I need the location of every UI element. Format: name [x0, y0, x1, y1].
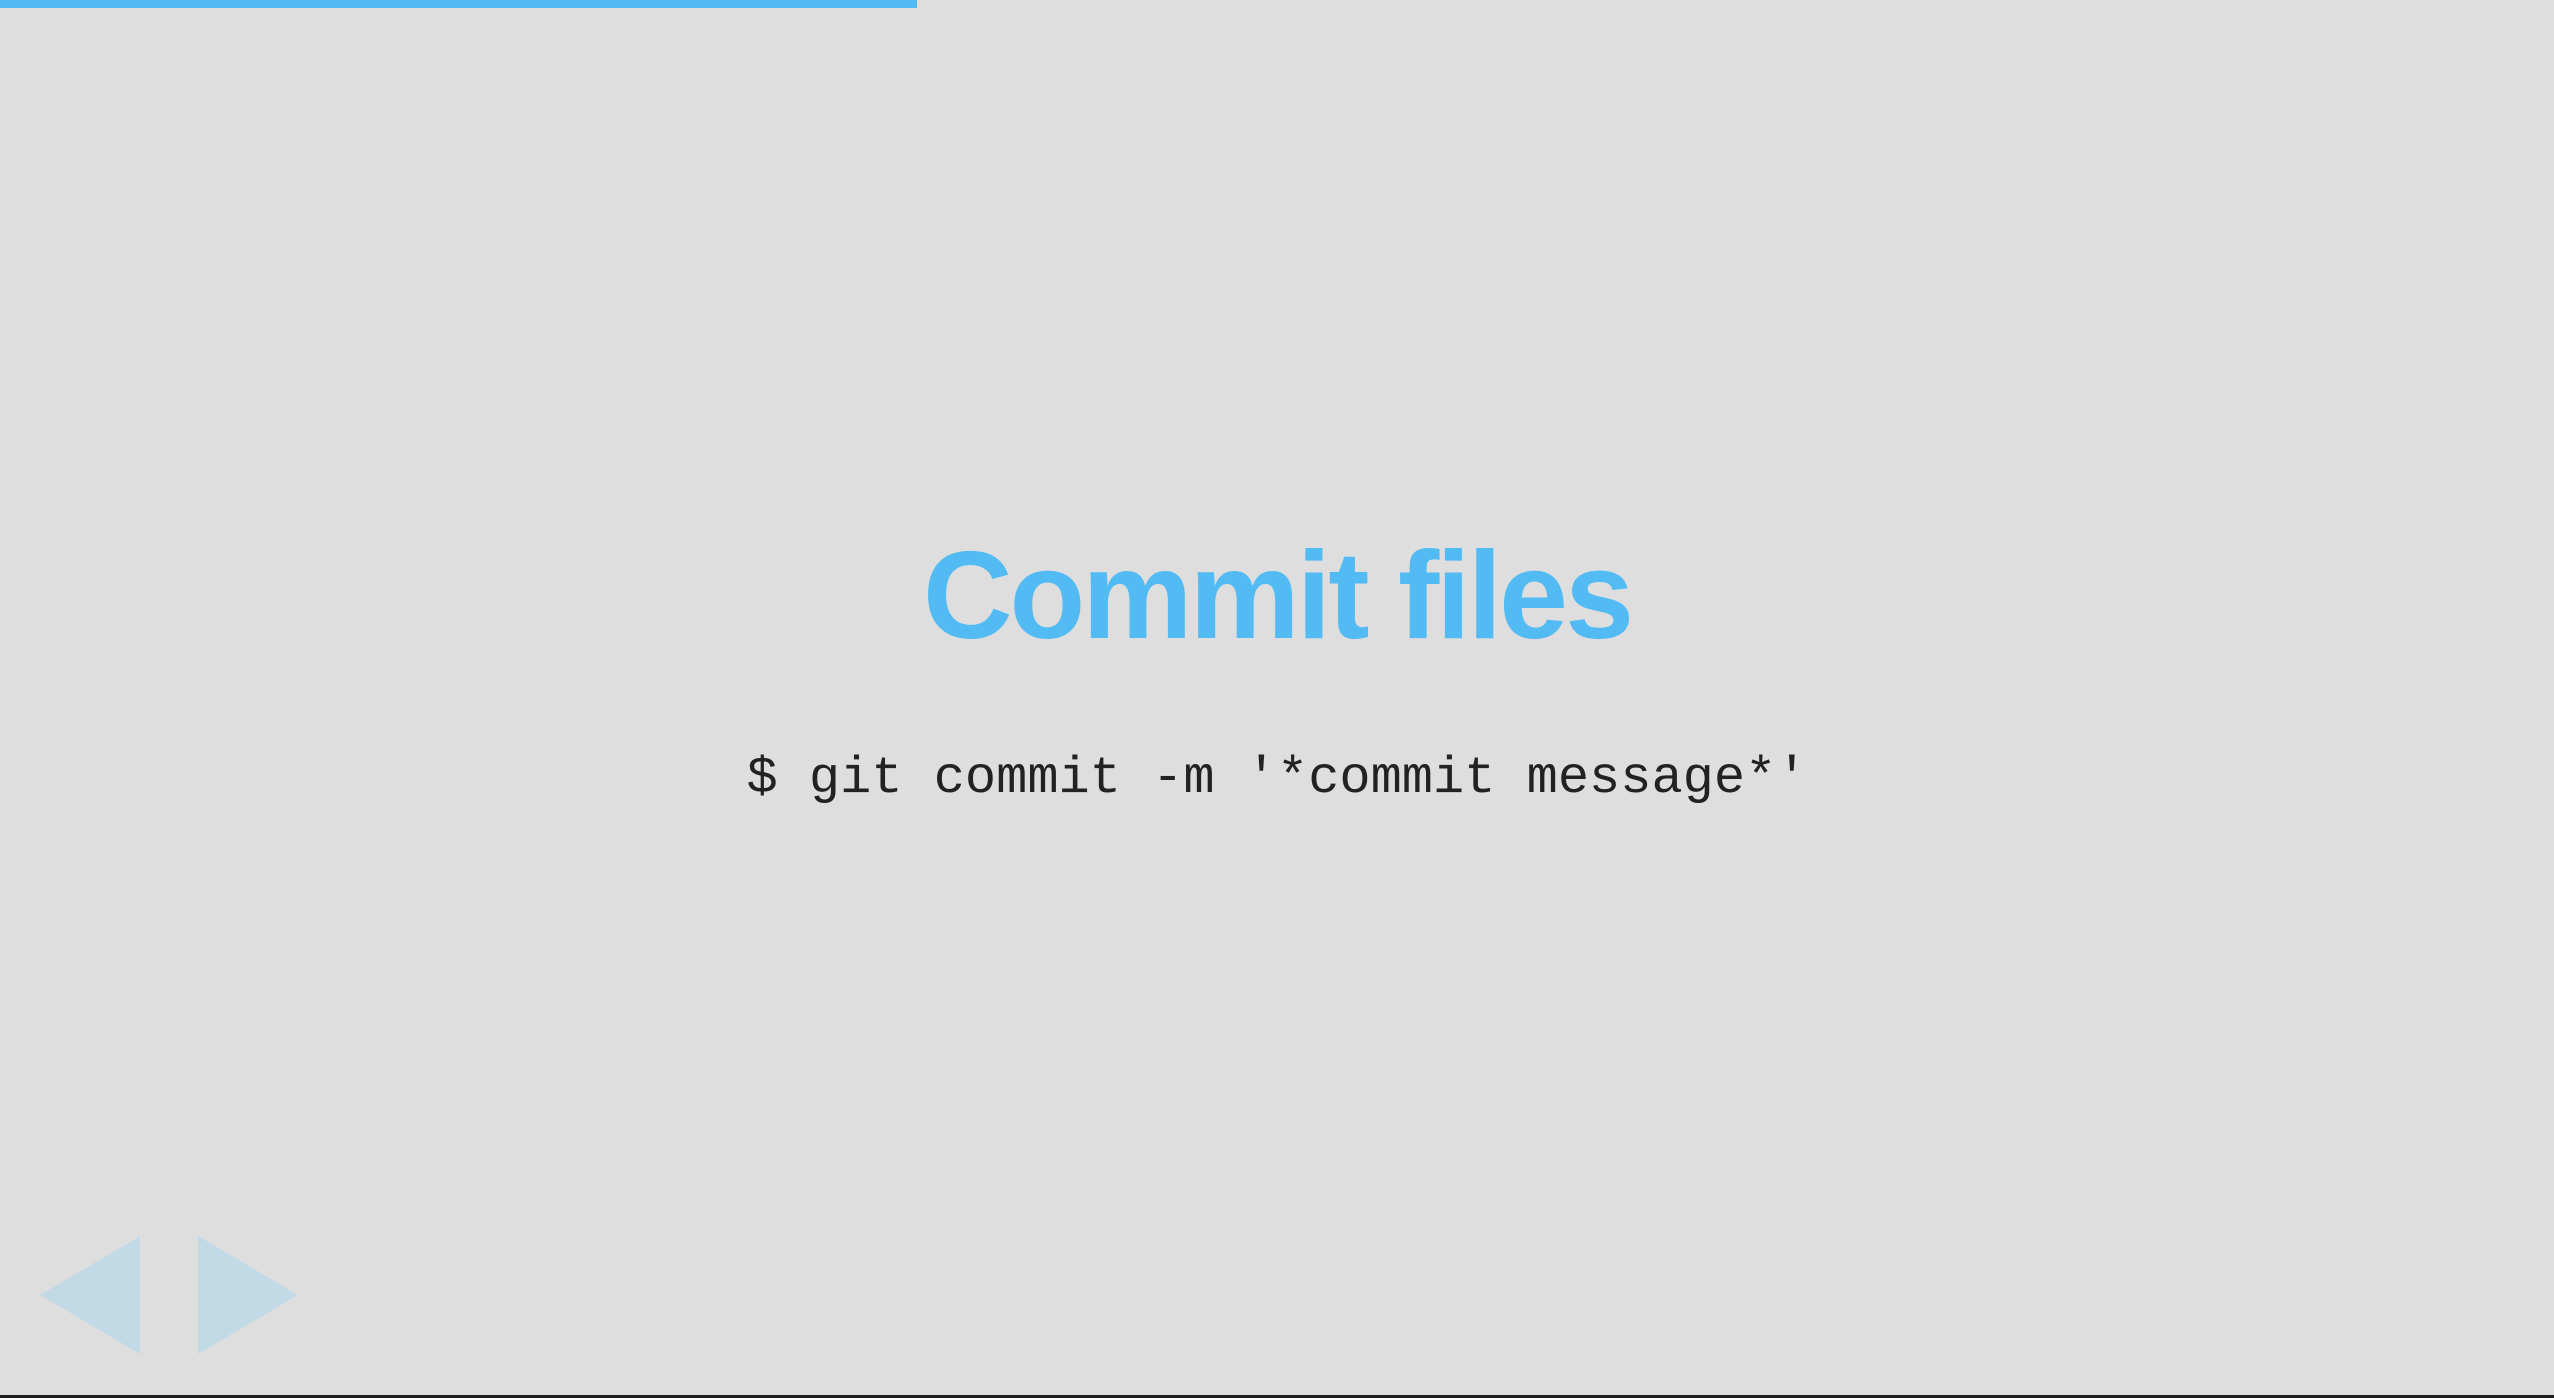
next-slide-button[interactable]	[198, 1236, 298, 1354]
slide-title: Commit files	[922, 527, 1634, 665]
progress-bar	[0, 0, 2554, 8]
arrow-left-icon	[40, 1236, 140, 1354]
presentation-slide: Commit files $ git commit -m '*commit me…	[0, 0, 2554, 1398]
command-line: $ git commit -m '*commit message*'	[746, 749, 1808, 808]
previous-slide-button[interactable]	[40, 1236, 140, 1354]
slide-navigation	[40, 1236, 300, 1354]
progress-bar-fill	[0, 0, 917, 8]
arrow-right-icon	[198, 1236, 298, 1354]
